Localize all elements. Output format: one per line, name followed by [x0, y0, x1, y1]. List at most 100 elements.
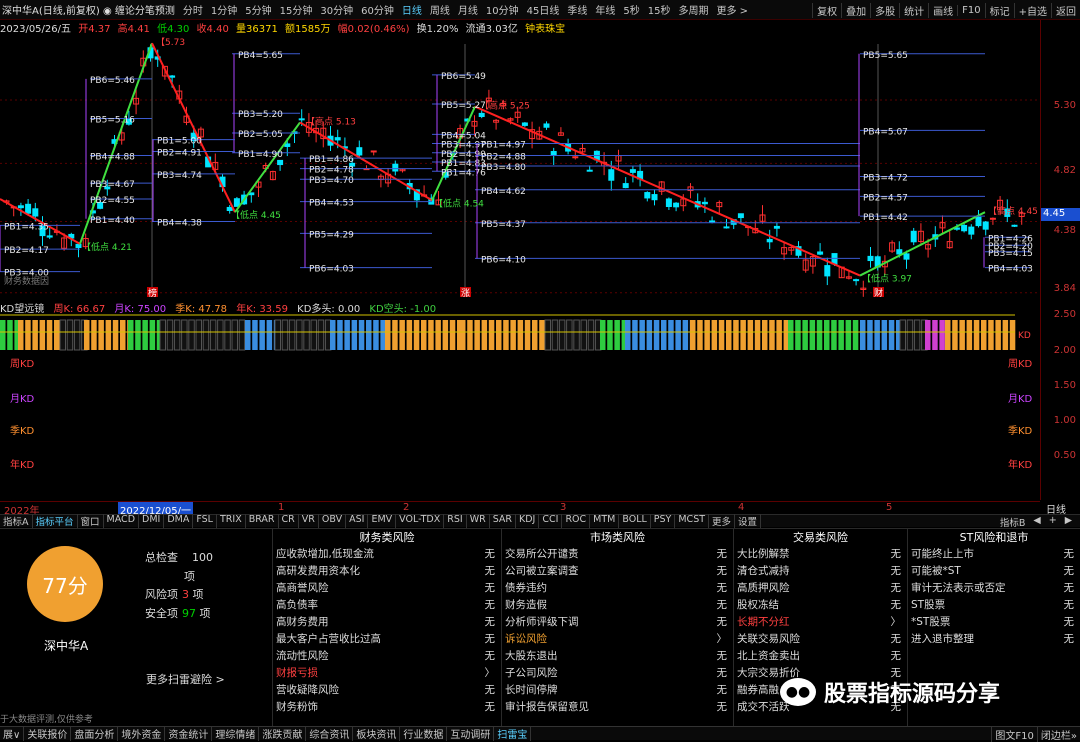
risk-item[interactable]: 流动性风险 无 [273, 648, 501, 665]
indicator-tab[interactable]: 窗口 [78, 514, 104, 528]
indicator-tab[interactable]: WR [467, 514, 490, 528]
risk-item[interactable]: 关联交易风险 无 [734, 631, 907, 648]
indicator-nav[interactable]: 指标B [996, 515, 1030, 529]
period-tab[interactable]: 1分钟 [207, 2, 241, 17]
risk-item[interactable]: 北上资金卖出 无 [734, 648, 907, 665]
risk-item[interactable]: 高负债率 无 [273, 597, 501, 614]
risk-item[interactable]: 大股东退出 无 [502, 648, 733, 665]
risk-item[interactable]: 财报亏损 〉 [273, 665, 501, 682]
risk-item[interactable]: 交易所公开谴责 无 [502, 546, 733, 563]
risk-item[interactable]: 债券违约 无 [502, 580, 733, 597]
period-tab[interactable]: 年线 [591, 2, 619, 17]
bottom-tab[interactable]: 盘面分析 [71, 726, 119, 741]
indicator-tab[interactable]: 指标A [0, 514, 33, 528]
period-tab[interactable]: 15秒 [644, 2, 675, 17]
period-tab[interactable]: 60分钟 [357, 2, 398, 17]
indicator-nav[interactable]: ◀ [1029, 515, 1044, 529]
bottom-tab[interactable]: 理综情绪 [212, 726, 260, 741]
tool-button[interactable]: +自选 [1013, 2, 1051, 18]
indicator-tab[interactable]: RSI [444, 514, 467, 528]
indicator-tab[interactable]: MCST [675, 514, 710, 528]
indicator-tab[interactable]: FSL [193, 514, 217, 528]
risk-item[interactable]: 诉讼风险 〉 [502, 631, 733, 648]
risk-item[interactable]: 长期不分红 〉 [734, 614, 907, 631]
risk-item[interactable]: 营收疑降风险 无 [273, 682, 501, 699]
risk-item[interactable]: 清仓式减持 无 [734, 563, 907, 580]
period-tab[interactable]: 30分钟 [316, 2, 357, 17]
indicator-tab[interactable]: CR [279, 514, 299, 528]
bottom-tab[interactable]: 展∨ [0, 726, 25, 741]
bottom-tab[interactable]: 资金统计 [165, 726, 213, 741]
period-tab[interactable]: 更多 > [712, 2, 752, 17]
indicator-tab[interactable]: 设置 [735, 514, 762, 528]
indicator-tab[interactable]: VR [299, 514, 319, 528]
bottom-tab[interactable]: 涨跌贡献 [259, 726, 307, 741]
bottom-tab[interactable]: 关联报价 [24, 726, 72, 741]
risk-item[interactable]: *ST股票 无 [908, 614, 1080, 631]
indicator-tab[interactable]: SAR [490, 514, 517, 528]
risk-item[interactable]: 高商誉风险 无 [273, 580, 501, 597]
candlestick-chart[interactable]: PB6=5.46 PB5=5.16 PB4=4.88 PB3=4.67 PB2=4.55… [0, 34, 1040, 298]
indicator-nav[interactable]: + [1045, 515, 1061, 529]
tool-button[interactable]: 复权 [812, 2, 841, 18]
tool-button[interactable]: F10 [957, 4, 984, 16]
tool-button[interactable]: 叠加 [841, 2, 870, 18]
tool-button[interactable]: 多股 [870, 2, 899, 18]
risk-item[interactable]: 财务粉饰 无 [273, 699, 501, 716]
risk-item[interactable]: 高质押风险 无 [734, 580, 907, 597]
risk-item[interactable]: 长时间停牌 无 [502, 682, 733, 699]
risk-item[interactable]: 高财务费用 无 [273, 614, 501, 631]
period-tab[interactable]: 45日线 [523, 2, 564, 17]
more-scan-link[interactable]: 更多扫雷避险 > [146, 671, 225, 687]
period-tab[interactable]: 5秒 [619, 2, 643, 17]
indicator-tab[interactable]: ROC [562, 514, 591, 528]
risk-item[interactable]: 财务造假 无 [502, 597, 733, 614]
kd-panel[interactable]: 周KD 周KD 月KD 月KD 季KD 季KD 年KD 年KD KD [0, 312, 1040, 500]
indicator-tab[interactable]: ASI [346, 514, 369, 528]
period-tab[interactable]: 10分钟 [482, 2, 523, 17]
risk-item[interactable]: 公司被立案调查 无 [502, 563, 733, 580]
risk-item[interactable]: 可能终止上市 无 [908, 546, 1080, 563]
period-tab[interactable]: 季线 [563, 2, 591, 17]
risk-item[interactable]: 最大客户占营收比过高 无 [273, 631, 501, 648]
risk-item[interactable]: 股权冻结 无 [734, 597, 907, 614]
bottom-tab[interactable]: 扫雷宝 [494, 726, 532, 741]
indicator-tab[interactable]: OBV [319, 514, 347, 528]
indicator-tab[interactable]: 指标平台 [33, 514, 78, 528]
period-tab[interactable]: 15分钟 [276, 2, 317, 17]
period-tab[interactable]: 周线 [426, 2, 454, 17]
indicator-tab[interactable]: KDJ [516, 514, 540, 528]
indicator-tab[interactable]: EMV [368, 514, 397, 528]
indicator-tab[interactable]: BOLL [619, 514, 651, 528]
bottom-tab[interactable]: 互动调研 [447, 726, 495, 741]
risk-item[interactable]: 大比例解禁 无 [734, 546, 907, 563]
risk-item[interactable]: 可能被*ST 无 [908, 563, 1080, 580]
period-tab[interactable]: 5分钟 [241, 2, 275, 17]
risk-item[interactable]: 审计报告保留意见 无 [502, 699, 733, 716]
risk-item[interactable]: 子公司风险 无 [502, 665, 733, 682]
period-tab[interactable]: 日线 [398, 2, 426, 17]
indicator-tab[interactable]: BRAR [246, 514, 279, 528]
indicator-tab[interactable]: VOL-TDX [396, 514, 445, 528]
bottom-tab[interactable]: 综合资讯 [306, 726, 354, 741]
risk-item[interactable]: 进入退市整理 无 [908, 631, 1080, 648]
bottom-tab[interactable]: 板块资讯 [353, 726, 401, 741]
indicator-tab[interactable]: PSY [651, 514, 676, 528]
indicator-tab[interactable]: MACD [104, 514, 140, 528]
period-tab[interactable]: 月线 [454, 2, 482, 17]
indicator-tab[interactable]: DMA [164, 514, 194, 528]
indicator-tab[interactable]: DMI [139, 514, 165, 528]
tool-button[interactable]: 标记 [984, 2, 1014, 18]
tool-button[interactable]: 统计 [899, 2, 928, 18]
indicator-tab[interactable]: TRIX [217, 514, 246, 528]
risk-item[interactable]: ST股票 无 [908, 597, 1080, 614]
period-tab[interactable]: 分时 [179, 2, 207, 17]
bottom-tab[interactable]: 境外资金 [118, 726, 166, 741]
risk-item[interactable]: 分析师评级下调 无 [502, 614, 733, 631]
risk-item[interactable]: 应收款增加,低现金流 无 [273, 546, 501, 563]
indicator-tab[interactable]: MTM [590, 514, 620, 528]
period-tab[interactable]: 多周期 [674, 2, 712, 17]
indicator-nav[interactable]: ▶ [1061, 515, 1076, 529]
tool-button[interactable]: 画线 [928, 2, 957, 18]
indicator-tab[interactable]: 更多 [709, 514, 736, 528]
